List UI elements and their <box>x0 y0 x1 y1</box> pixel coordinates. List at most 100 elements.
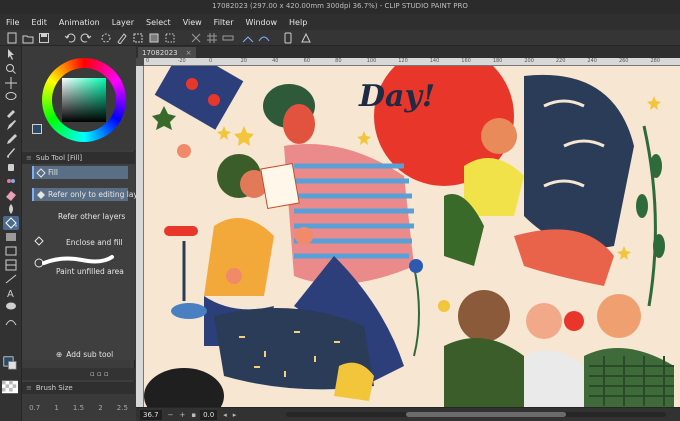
menu-edit[interactable]: Edit <box>25 18 53 27</box>
lasso-icon[interactable] <box>3 90 19 104</box>
deselect-icon[interactable] <box>190 32 202 44</box>
ruler-tick-label: 140 <box>429 58 440 64</box>
ruler-tool-icon[interactable] <box>3 272 19 286</box>
fit-icon[interactable]: ▪ <box>191 411 196 419</box>
subtool-refer-other-label: Refer other layers <box>58 212 126 221</box>
subtool-item-enclose[interactable]: Enclose and fill <box>32 232 128 252</box>
subtool-item-fill[interactable]: Fill <box>32 166 128 179</box>
pencil-icon[interactable] <box>3 132 19 146</box>
figure-icon[interactable] <box>3 244 19 258</box>
brush-size-panel: ≡ Brush Size 0.7 1 1.5 2 2.5 <box>22 382 135 421</box>
saturation-value-box[interactable] <box>62 78 106 122</box>
menu-filter[interactable]: Filter <box>208 18 240 27</box>
command-bar <box>0 30 680 46</box>
menu-window[interactable]: Window <box>239 18 283 27</box>
brush-stroke-preview <box>42 255 114 265</box>
zoom-increase-icon[interactable]: + <box>179 411 185 419</box>
new-file-icon[interactable] <box>6 32 18 44</box>
subtool-item-refer-editing[interactable]: Refer only to editing layer <box>32 188 146 201</box>
main-color-icon[interactable] <box>2 356 20 374</box>
current-color-swatch[interactable] <box>32 124 42 134</box>
transparent-color-icon[interactable] <box>2 380 20 394</box>
decoration-icon[interactable] <box>3 174 19 188</box>
eraser-icon[interactable] <box>3 188 19 202</box>
brush-size-option[interactable]: 1 <box>54 404 58 412</box>
fill-tool-icon[interactable] <box>3 216 19 230</box>
document-tab[interactable]: 17082023 × <box>138 47 196 58</box>
ruler-tick-label: 220 <box>555 58 566 64</box>
ruler-tick-label: 180 <box>492 58 503 64</box>
snap-ruler-icon[interactable] <box>242 32 254 44</box>
brush-size-option[interactable]: 2 <box>98 404 102 412</box>
rotate-left-icon[interactable]: ◂ <box>223 411 227 419</box>
zoom-field[interactable]: 36.7 <box>140 409 162 420</box>
subtool-item-refer-other[interactable]: Refer other layers <box>32 210 128 223</box>
fill-selection-icon[interactable] <box>148 32 160 44</box>
gradient-icon[interactable] <box>3 230 19 244</box>
menu-layer[interactable]: Layer <box>106 18 140 27</box>
rotation-field[interactable]: 0.0 <box>200 409 218 420</box>
subtool-panel-header[interactable]: ≡ Sub Tool [Fill] <box>22 152 135 164</box>
frame-border-icon[interactable] <box>3 258 19 272</box>
move-icon[interactable] <box>3 76 19 90</box>
horizontal-scrollbar[interactable] <box>286 412 666 417</box>
grip-icon: ≡ <box>26 154 32 162</box>
snap-special-ruler-icon[interactable] <box>258 32 270 44</box>
add-subtool-label: Add sub tool <box>66 350 114 359</box>
selection-arrow-icon[interactable] <box>3 48 19 62</box>
ruler-tick-label: 260 <box>618 58 629 64</box>
document-tab-label: 17082023 <box>142 48 178 57</box>
zoom-decrease-icon[interactable]: − <box>168 411 174 419</box>
ruler-tick-label: 0 <box>209 58 213 64</box>
text-icon[interactable]: A <box>3 286 19 300</box>
loading-icon[interactable] <box>100 32 112 44</box>
menu-animation[interactable]: Animation <box>53 18 106 27</box>
ruler-tick-label: 100 <box>366 58 377 64</box>
scrollbar-thumb[interactable] <box>406 412 566 417</box>
ruler-left <box>136 66 144 407</box>
grid-icon[interactable] <box>206 32 218 44</box>
balloon-icon[interactable] <box>3 300 19 314</box>
redo-icon[interactable] <box>80 32 92 44</box>
subtool-fill-label: Fill <box>48 168 59 177</box>
brush-size-header[interactable]: ≡ Brush Size <box>22 382 135 394</box>
undo-icon[interactable] <box>64 32 76 44</box>
ruler-top: 0 -20 0 20 40 60 80 100 120 140 160 180 200 220 240 260… <box>144 58 680 66</box>
menu-bar: File Edit Animation Layer Select View Fi… <box>0 14 680 30</box>
brush-size-header-label: Brush Size <box>35 384 73 392</box>
status-bar: 36.7 − + ▪ 0.0 ◂ ▸ <box>136 407 680 421</box>
menu-select[interactable]: Select <box>140 18 177 27</box>
palette-column: 168 31 19 ≡ Sub Tool [Fill] Fill Refer o… <box>22 46 146 421</box>
menu-file[interactable]: File <box>0 18 25 27</box>
pen-icon[interactable] <box>3 118 19 132</box>
ruler-icon[interactable] <box>222 32 234 44</box>
ruler-tick-label: 20 <box>240 58 247 64</box>
subtool-list: Fill Refer only to editing layer Refer o… <box>22 164 146 360</box>
brush-size-option[interactable]: 0.7 <box>29 404 40 412</box>
menu-view[interactable]: View <box>177 18 208 27</box>
clear-icon[interactable] <box>116 32 128 44</box>
open-file-icon[interactable] <box>22 32 34 44</box>
brush-size-option[interactable]: 1.5 <box>73 404 84 412</box>
ruler-tick-label: 280 <box>650 58 661 64</box>
ruler-tick-label: 160 <box>461 58 471 64</box>
canvas-artwork[interactable]: Day! <box>144 66 680 407</box>
save-icon[interactable] <box>38 32 50 44</box>
paint-icon[interactable] <box>300 32 312 44</box>
zoom-icon[interactable] <box>3 62 19 76</box>
menu-help[interactable]: Help <box>283 18 313 27</box>
close-tab-icon[interactable]: × <box>186 49 192 57</box>
device-icon[interactable] <box>282 32 294 44</box>
add-subtool-button[interactable]: ⊕ Add sub tool <box>56 350 113 359</box>
blend-icon[interactable] <box>3 202 19 216</box>
subtool-item-paint-unfilled[interactable]: Paint unfilled area <box>32 254 128 276</box>
brush-icon[interactable] <box>3 146 19 160</box>
subtool-enclose-label: Enclose and fill <box>66 238 123 247</box>
rotate-right-icon[interactable]: ▸ <box>233 411 237 419</box>
eyedropper-icon[interactable] <box>3 104 19 118</box>
transform-icon[interactable] <box>132 32 144 44</box>
airbrush-icon[interactable] <box>3 160 19 174</box>
selection-icon[interactable] <box>164 32 176 44</box>
correct-line-icon[interactable] <box>3 314 19 328</box>
brush-size-option[interactable]: 2.5 <box>117 404 128 412</box>
